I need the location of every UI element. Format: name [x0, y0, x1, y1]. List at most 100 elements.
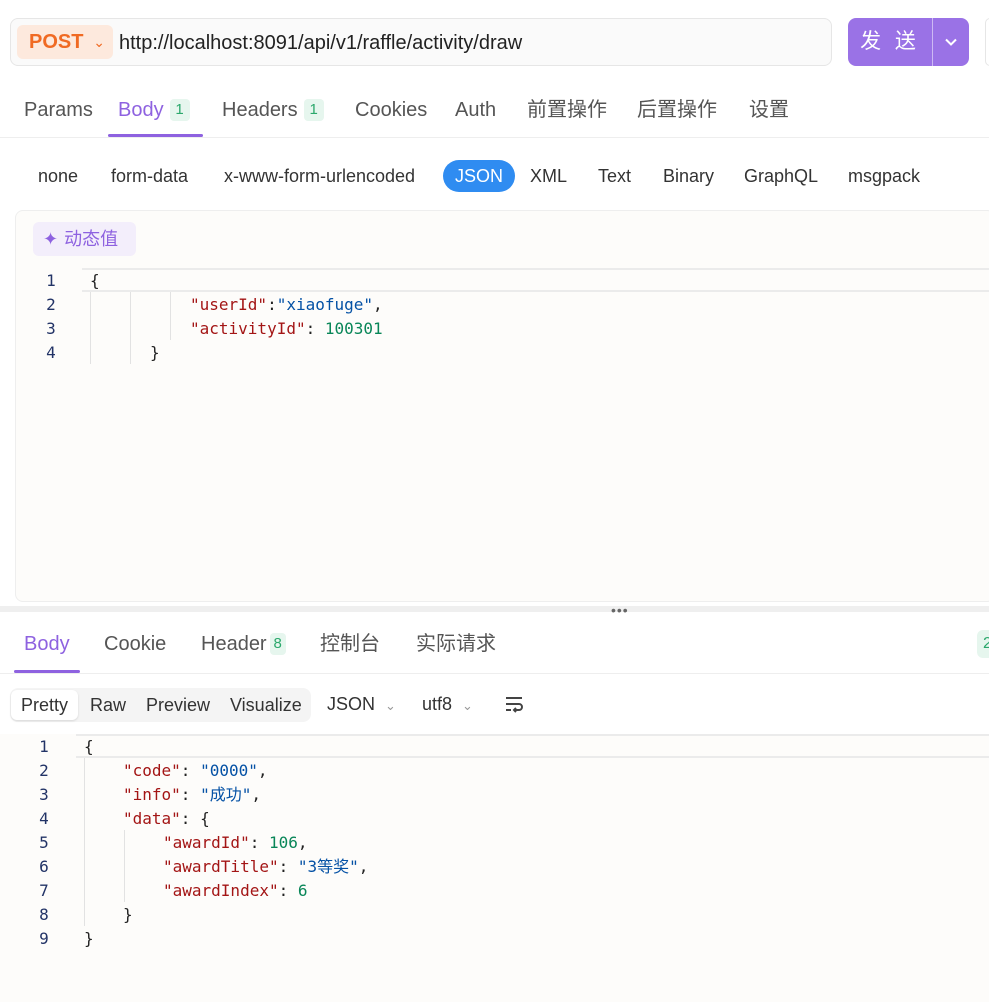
tab-params[interactable]: Params	[24, 80, 93, 138]
active-line-highlight	[82, 268, 989, 292]
tab-label: 控制台	[320, 633, 380, 655]
word-wrap-icon[interactable]	[503, 693, 525, 715]
status-badge: 2	[977, 630, 989, 658]
body-type-text[interactable]: Text	[586, 160, 643, 192]
tab-label: 前置操作	[527, 99, 607, 121]
code-line: "code": "0000",	[123, 761, 268, 780]
body-type-binary[interactable]: Binary	[651, 160, 726, 192]
code-line: {	[84, 737, 94, 756]
response-tabs: Body Cookie Header 8 控制台 实际请求	[0, 614, 989, 674]
tab-actual-request[interactable]: 实际请求	[416, 614, 496, 674]
tab-label: 设置	[749, 99, 789, 121]
send-button-group: 发 送	[848, 18, 969, 66]
line-number: 4	[39, 809, 49, 828]
tab-cookies[interactable]: Cookies	[355, 80, 427, 138]
json-key: "awardId"	[163, 833, 250, 852]
view-mode-pretty[interactable]: Pretty	[11, 690, 79, 720]
indent-guide	[130, 292, 131, 364]
dynamic-value-button[interactable]: ✦ 动态值	[33, 222, 136, 256]
line-number: 5	[39, 833, 49, 852]
indent-guide	[90, 292, 91, 364]
tab-label: Body	[24, 633, 70, 655]
encoding-select[interactable]: utf8 ⌄	[422, 688, 473, 720]
tab-auth[interactable]: Auth	[455, 80, 496, 138]
tab-settings[interactable]: 设置	[749, 80, 789, 138]
method-label: POST	[29, 31, 84, 53]
tab-label: 后置操作	[637, 99, 717, 121]
indent-guide	[84, 758, 85, 926]
tab-count-badge: 1	[169, 99, 190, 121]
line-number: 6	[39, 857, 49, 876]
body-type-xml[interactable]: XML	[518, 160, 579, 192]
body-type-msgpack[interactable]: msgpack	[836, 160, 932, 192]
code-line: "activityId": 100301	[190, 319, 383, 338]
view-mode-preview[interactable]: Preview	[136, 690, 220, 720]
code-line: "info": "成功",	[123, 785, 261, 804]
line-number: 1	[46, 271, 56, 290]
format-select[interactable]: JSON ⌄	[327, 688, 396, 720]
method-select[interactable]: POST ⌄	[17, 25, 113, 59]
json-key: "data"	[123, 809, 181, 828]
format-label: JSON	[327, 694, 376, 714]
code-line: "data": {	[123, 809, 210, 828]
tab-console[interactable]: 控制台	[320, 614, 380, 674]
body-type-urlencoded[interactable]: x-www-form-urlencoded	[212, 160, 427, 192]
json-key: "info"	[123, 785, 181, 804]
json-key: "awardTitle"	[163, 857, 279, 876]
url-input[interactable]: http://localhost:8091/api/v1/raffle/acti…	[119, 19, 522, 67]
line-number: 8	[39, 905, 49, 924]
code-line: }	[150, 343, 160, 362]
request-tabs: Params Body 1 Headers 1 Cookies Auth 前置操作 …	[0, 80, 989, 138]
tab-label: Params	[24, 99, 93, 121]
line-number: 1	[39, 737, 49, 756]
line-number: 3	[46, 319, 56, 338]
chevron-down-icon: ⌄	[385, 698, 396, 713]
view-mode-raw[interactable]: Raw	[80, 690, 136, 720]
tab-label: Header	[201, 633, 267, 655]
json-key: "code"	[123, 761, 181, 780]
tab-response-cookie[interactable]: Cookie	[104, 614, 166, 674]
save-button[interactable]	[985, 18, 989, 66]
body-type-json[interactable]: JSON	[443, 160, 516, 192]
line-number: 3	[39, 785, 49, 804]
tab-body[interactable]: Body 1	[118, 80, 190, 138]
tab-count-badge: 1	[303, 99, 324, 121]
json-string: "成功"	[200, 785, 252, 804]
code-line: "awardIndex": 6	[163, 881, 308, 900]
chevron-down-icon: ⌄	[93, 34, 105, 50]
body-type-none[interactable]: none	[26, 160, 90, 192]
url-bar: POST ⌄ http://localhost:8091/api/v1/raff…	[10, 18, 832, 66]
json-key: "awardIndex"	[163, 881, 279, 900]
tab-label: Headers	[222, 99, 298, 121]
tab-pre-request[interactable]: 前置操作	[527, 80, 607, 138]
code-line: }	[84, 929, 94, 948]
tab-label: 实际请求	[416, 633, 496, 655]
json-number: 100301	[324, 319, 383, 338]
json-string: "0000"	[200, 761, 258, 780]
json-key: "activityId"	[190, 319, 306, 338]
line-number: 2	[46, 295, 56, 314]
json-number: 6	[297, 881, 308, 900]
tab-post-request[interactable]: 后置操作	[637, 80, 717, 138]
active-tab-indicator	[14, 670, 80, 673]
active-line-highlight	[76, 734, 989, 758]
view-mode-visualize[interactable]: Visualize	[220, 690, 312, 720]
chevron-down-icon: ⌄	[462, 698, 473, 713]
body-type-form-data[interactable]: form-data	[99, 160, 200, 192]
send-dropdown-button[interactable]	[933, 18, 969, 66]
indent-guide	[170, 292, 171, 340]
panel-splitter[interactable]	[0, 606, 989, 612]
indent-guide	[124, 830, 125, 902]
tab-headers[interactable]: Headers 1	[222, 80, 324, 138]
view-mode-switch: Pretty Raw Preview Visualize	[10, 688, 311, 722]
body-type-graphql[interactable]: GraphQL	[732, 160, 830, 192]
tab-response-header[interactable]: Header 8	[201, 614, 286, 674]
code-line: "awardTitle": "3等奖",	[163, 857, 369, 876]
json-number: 106	[268, 833, 298, 852]
active-tab-indicator	[108, 134, 203, 137]
tab-response-body[interactable]: Body	[24, 614, 70, 674]
chevron-down-icon	[945, 38, 957, 46]
line-number: 4	[46, 343, 56, 362]
send-button[interactable]: 发 送	[848, 18, 932, 66]
json-string: "3等奖"	[297, 857, 359, 876]
